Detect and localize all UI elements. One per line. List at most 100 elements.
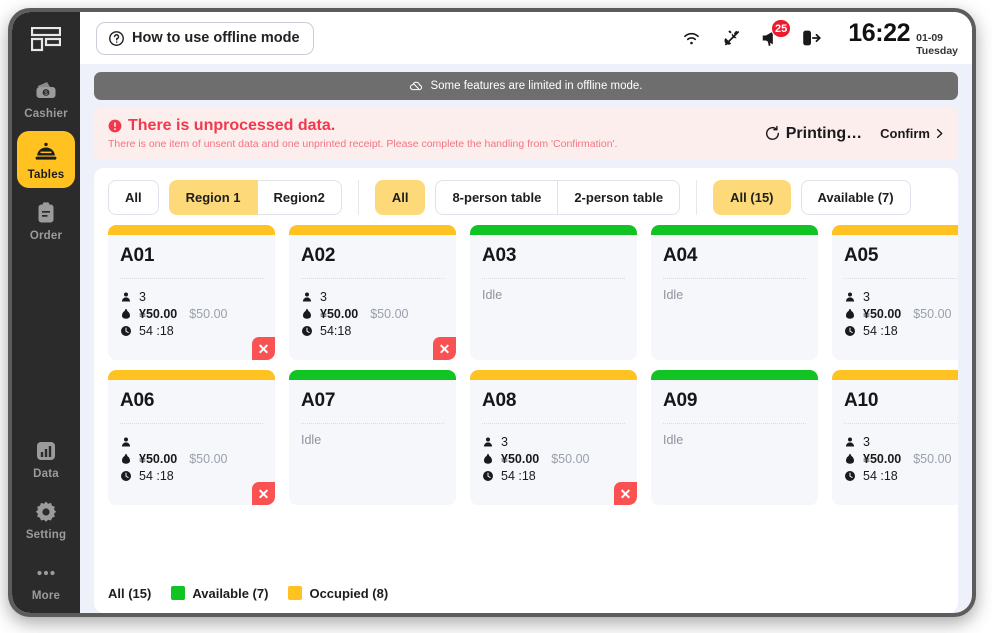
table-guests-row: 3	[844, 288, 958, 305]
sidebar-item-setting[interactable]: Setting	[17, 491, 75, 548]
sidebar-item-more[interactable]: More	[17, 552, 75, 609]
printing-status[interactable]: Printing…	[764, 125, 862, 143]
confirm-label: Confirm	[880, 126, 930, 141]
tables-grid: A013¥50.00$50.0054 :18✕A023¥50.00$50.005…	[108, 225, 958, 505]
sidebar-item-data[interactable]: Data	[17, 430, 75, 487]
table-divider	[844, 278, 958, 279]
content-body: Some features are limited in offline mod…	[80, 64, 972, 613]
question-circle-icon	[108, 30, 125, 47]
table-name: A03	[482, 245, 625, 267]
megaphone-icon[interactable]: 25	[756, 23, 786, 53]
table-amount-row: ¥50.00$50.00	[120, 450, 263, 467]
table-status-bar	[108, 370, 275, 380]
table-guest-count: 3	[863, 435, 870, 449]
legend-label-available: Available (7)	[192, 586, 268, 601]
table-idle-label: Idle	[663, 288, 806, 302]
table-guests-row: 3	[120, 288, 263, 305]
main-area: How to use offline mode	[80, 12, 972, 613]
filter-region-1[interactable]: Region 1	[169, 180, 258, 215]
table-amount-primary: ¥50.00	[863, 452, 901, 466]
filter-region-all[interactable]: All	[108, 180, 159, 215]
table-timer: 54 :18	[863, 469, 898, 483]
table-status-bar	[289, 225, 456, 235]
offline-help-button[interactable]: How to use offline mode	[96, 22, 314, 55]
table-divider	[844, 423, 958, 424]
table-card[interactable]: A013¥50.00$50.0054 :18✕	[108, 225, 275, 360]
table-close-button[interactable]: ✕	[433, 337, 456, 360]
alert-title-row: There is unprocessed data.	[108, 117, 764, 135]
table-close-button[interactable]: ✕	[252, 482, 275, 505]
legend-swatch-occupied	[288, 586, 302, 600]
money-bag-icon	[482, 453, 494, 465]
table-close-button[interactable]: ✕	[614, 482, 637, 505]
table-divider	[663, 278, 806, 279]
table-timer: 54 :18	[139, 469, 174, 483]
plug-disconnected-icon[interactable]	[716, 23, 746, 53]
sidebar-item-tables[interactable]: Tables	[17, 131, 75, 188]
sidebar-item-label: Tables	[28, 169, 65, 181]
logout-icon[interactable]	[796, 23, 826, 53]
legend-all-label: All (15)	[108, 586, 151, 601]
table-idle-label: Idle	[301, 433, 444, 447]
table-close-button[interactable]: ✕	[252, 337, 275, 360]
wallet-icon: $	[33, 78, 59, 104]
table-divider	[301, 278, 444, 279]
clock-date-block: 01-09 Tuesday	[916, 32, 958, 56]
table-timer-row: 54:18	[301, 322, 444, 339]
table-status-bar	[289, 370, 456, 380]
bar-chart-icon	[33, 438, 59, 464]
filter-type-all[interactable]: All	[375, 180, 426, 215]
filter-type-2-person[interactable]: 2-person table	[558, 180, 680, 215]
table-card[interactable]: A03Idle	[470, 225, 637, 360]
table-name: A04	[663, 245, 806, 267]
money-bag-icon	[844, 453, 856, 465]
table-card[interactable]: A103¥50.00$50.0054 :18✕	[832, 370, 958, 505]
table-guest-count: 3	[320, 290, 327, 304]
table-card[interactable]: A053¥50.00$50.0054 :18✕	[832, 225, 958, 360]
table-name: A07	[301, 390, 444, 412]
table-guests-row: 3	[301, 288, 444, 305]
table-card[interactable]: A07 Idle	[289, 370, 456, 505]
tray-dome-icon	[33, 139, 59, 165]
filter-status-all[interactable]: All (15)	[713, 180, 790, 215]
table-card[interactable]: A023¥50.00$50.0054:18✕	[289, 225, 456, 360]
clock: 16:22 01-09 Tuesday	[848, 19, 958, 56]
sidebar-item-label: Cashier	[24, 108, 68, 120]
filter-status-available[interactable]: Available (7)	[801, 180, 911, 215]
table-timer: 54:18	[320, 324, 351, 338]
confirm-button[interactable]: Confirm	[880, 126, 944, 141]
wifi-icon[interactable]	[676, 23, 706, 53]
filter-group-table-type: All 8-person table 2-person table	[358, 180, 680, 215]
person-icon	[120, 436, 132, 448]
table-card-body: A07 Idle	[289, 380, 456, 447]
filter-type-8-person[interactable]: 8-person table	[435, 180, 558, 215]
clock-icon	[844, 470, 856, 482]
device-frame: $ Cashier Tables	[8, 8, 976, 617]
table-name: A06	[120, 390, 263, 412]
clock-icon	[844, 325, 856, 337]
table-card[interactable]: A083¥50.00$50.0054 :18✕	[470, 370, 637, 505]
person-icon	[844, 291, 856, 303]
person-icon	[301, 291, 313, 303]
table-divider	[301, 423, 444, 424]
table-status-bar	[470, 225, 637, 235]
clipboard-icon	[33, 200, 59, 226]
sidebar-item-cashier[interactable]: $ Cashier	[17, 70, 75, 127]
table-amount-secondary: $50.00	[189, 452, 227, 466]
table-card-body: A013¥50.00$50.0054 :18	[108, 235, 275, 339]
table-card[interactable]: A06 ¥50.00$50.00 54 :18 ✕	[108, 370, 275, 505]
filter-region-2[interactable]: Region2	[258, 180, 342, 215]
sidebar-item-order[interactable]: Order	[17, 192, 75, 249]
table-timer: 54 :18	[501, 469, 536, 483]
table-amount-primary: ¥50.00	[863, 307, 901, 321]
table-card-body: A083¥50.00$50.0054 :18	[470, 380, 637, 484]
table-divider	[482, 278, 625, 279]
tables-grid-scroll[interactable]: A013¥50.00$50.0054 :18✕A023¥50.00$50.005…	[94, 225, 958, 573]
table-timer: 54 :18	[139, 324, 174, 338]
table-name: A08	[482, 390, 625, 412]
alert-title: There is unprocessed data.	[128, 117, 335, 135]
table-card[interactable]: A04 Idle	[651, 225, 818, 360]
table-guest-count: 3	[863, 290, 870, 304]
table-card[interactable]: A09Idle	[651, 370, 818, 505]
sidebar-item-label: Setting	[26, 529, 66, 541]
